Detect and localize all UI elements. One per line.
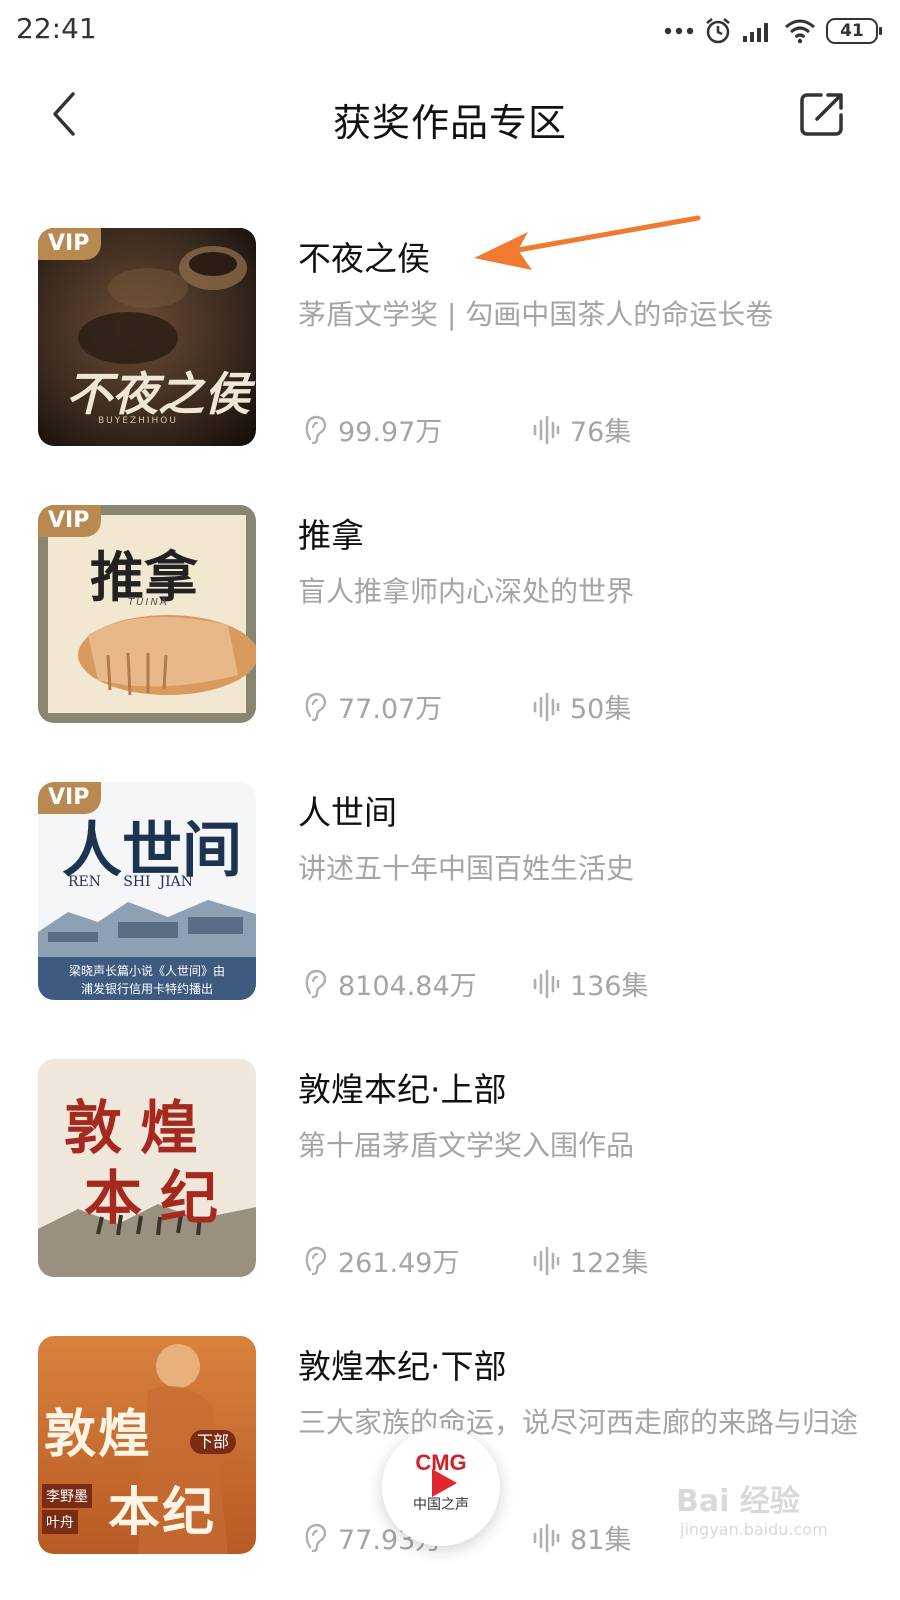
cover-image: 人世间 REN SHI JIAN 梁晓声长篇小说《人世间》由 浦发银行信用卡特约… xyxy=(38,782,256,1000)
item-title: 不夜之侯 xyxy=(298,239,430,278)
audio-wave-icon xyxy=(533,692,560,721)
episode-count: 122集 xyxy=(532,1241,649,1280)
share-button[interactable] xyxy=(796,88,848,140)
status-bar: 22:41 41 xyxy=(0,0,900,64)
episode-count-value: 76集 xyxy=(570,417,632,448)
episode-count: 50集 xyxy=(532,687,631,726)
cover-image: 敦煌 本纪 xyxy=(38,1059,256,1277)
status-time: 22:41 xyxy=(16,12,97,45)
episode-count-value: 136集 xyxy=(570,971,649,1002)
floating-player-button[interactable]: CMG 中国之声 xyxy=(382,1428,500,1546)
watermark: Bai 经验 jingyan.baidu.com xyxy=(676,1476,876,1556)
list-item[interactable]: 人世间 REN SHI JIAN 梁晓声长篇小说《人世间》由 浦发银行信用卡特约… xyxy=(0,782,900,1002)
cover-image: 敦煌 本纪 下部 李野墨 叶舟 xyxy=(38,1336,256,1554)
item-description: 盲人推拿师内心深处的世界 xyxy=(298,575,635,608)
cover-title: 本纪 xyxy=(108,1482,217,1543)
vip-badge: VIP xyxy=(38,505,102,537)
play-count: 8104.84万 xyxy=(304,964,477,1003)
list-item[interactable]: 敦煌 本纪 敦煌本纪·上部 第十届茅盾文学奖入围作品 261.49万 122集 xyxy=(0,1059,900,1279)
ear-icon xyxy=(305,1246,327,1275)
vip-badge: VIP xyxy=(38,228,102,260)
episode-count-value: 122集 xyxy=(570,1248,649,1279)
cover-subtitle: BUYEZHIHOU xyxy=(98,416,178,426)
episode-count: 76集 xyxy=(532,410,631,449)
item-title: 敦煌本纪·下部 xyxy=(298,1347,507,1386)
item-description: 第十届茅盾文学奖入围作品 xyxy=(298,1129,635,1162)
play-count: 99.97万 xyxy=(304,410,442,449)
vip-badge: VIP xyxy=(38,782,102,814)
cover-author: 叶舟 xyxy=(42,1510,78,1534)
audio-wave-icon xyxy=(533,969,560,998)
ear-icon xyxy=(305,969,327,998)
list-item[interactable]: 不夜之侯 BUYEZHIHOU VIP 不夜之侯 茅盾文学奖 | 勾画中国茶人的… xyxy=(0,228,900,448)
play-count-value: 261.49万 xyxy=(338,1248,460,1279)
ear-icon xyxy=(305,692,327,721)
audio-wave-icon xyxy=(533,415,560,444)
cover-author: 李野墨 xyxy=(42,1484,92,1508)
battery-icon: 41 xyxy=(826,18,882,44)
cover-caption: 梁晓声长篇小说《人世间》由 xyxy=(68,964,225,978)
item-description: 茅盾文学奖 | 勾画中国茶人的命运长卷 xyxy=(298,298,774,331)
annotation-arrow-icon xyxy=(474,215,701,270)
audio-wave-icon xyxy=(533,1246,560,1275)
more-dots-icon xyxy=(664,26,694,36)
wifi-icon xyxy=(784,18,816,44)
item-title: 敦煌本纪·上部 xyxy=(298,1070,507,1109)
cover-title: 敦煌 xyxy=(44,1404,153,1465)
page-title: 获奖作品专区 xyxy=(332,101,567,145)
cover-caption: 浦发银行信用卡特约播出 xyxy=(80,982,213,996)
cover-image: 推拿 TUINA VIP xyxy=(38,505,256,723)
cover-title: 本纪 xyxy=(84,1164,237,1232)
item-title: 推拿 xyxy=(298,516,364,555)
play-count-value: 77.07万 xyxy=(338,694,443,725)
cover-title: 不夜之侯 xyxy=(66,367,250,421)
item-title: 人世间 xyxy=(298,793,397,832)
list-item[interactable]: 推拿 TUINA VIP 推拿 盲人推拿师内心深处的世界 77.07万 50集 xyxy=(0,505,900,725)
player-label: 中国之声 xyxy=(413,1497,469,1513)
item-description: 三大家族的命运，说尽河西走廊的来路与归途 xyxy=(298,1406,859,1439)
battery-level: 41 xyxy=(840,21,864,41)
nav-header: 获奖作品专区 xyxy=(0,70,900,160)
episode-count: 81集 xyxy=(532,1518,631,1557)
audio-wave-icon xyxy=(533,1523,560,1552)
episode-count-value: 50集 xyxy=(570,694,632,725)
play-count: 77.07万 xyxy=(304,687,442,726)
status-icons: 41 xyxy=(664,14,882,48)
cover-subtitle: TUINA xyxy=(128,597,169,608)
signal-icon xyxy=(742,19,774,43)
cover-tag: 下部 xyxy=(190,1430,236,1454)
ear-icon xyxy=(305,415,327,444)
watermark-text: Bai 经验 xyxy=(676,1484,800,1519)
play-count-value: 8104.84万 xyxy=(338,971,477,1002)
alarm-icon xyxy=(704,17,732,45)
cover-subtitle: REN SHI JIAN xyxy=(68,874,193,890)
ear-icon xyxy=(305,1523,327,1552)
cover-image: 不夜之侯 BUYEZHIHOU VIP xyxy=(38,228,256,446)
play-count-value: 99.97万 xyxy=(338,417,443,448)
play-count: 261.49万 xyxy=(304,1241,459,1280)
item-description: 讲述五十年中国百姓生活史 xyxy=(298,852,635,885)
episode-count-value: 81集 xyxy=(570,1525,632,1556)
episode-count: 136集 xyxy=(532,964,649,1003)
share-icon xyxy=(800,93,843,136)
watermark-url: jingyan.baidu.com xyxy=(680,1520,828,1539)
